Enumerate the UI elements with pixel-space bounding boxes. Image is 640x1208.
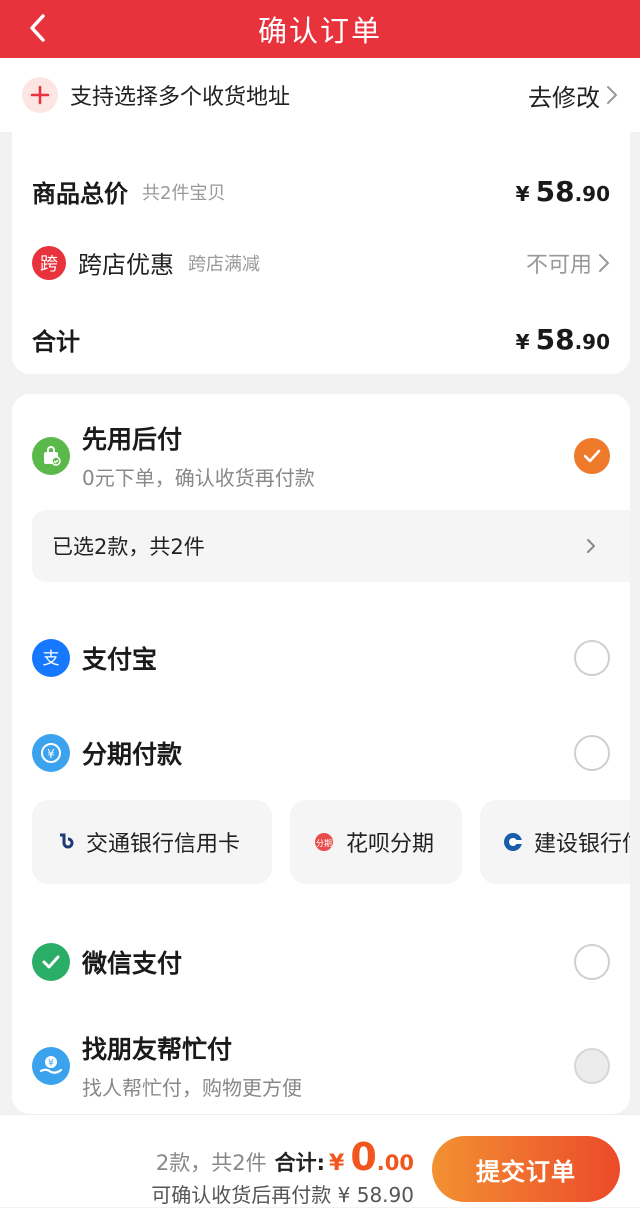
page-title: 确认订单: [257, 14, 382, 48]
pay-later-title: 先用后付: [82, 425, 183, 454]
friend-pay-desc: 找人帮忙付，购物更方便: [82, 1076, 302, 1100]
checkout-total-label: 合计:: [274, 1151, 326, 1175]
goods-total-label: 商品总价: [32, 180, 128, 208]
svg-text:支: 支: [43, 649, 60, 669]
alipay-option[interactable]: 支 支付宝: [32, 639, 610, 677]
selected-items-row[interactable]: 已选2款，共2件: [32, 510, 630, 582]
back-button[interactable]: [20, 10, 56, 46]
goods-total-int: 58: [535, 175, 575, 208]
installment-chip-label: 建设银行信用卡: [534, 832, 630, 857]
discount-status-text: 不可用: [525, 252, 592, 278]
installment-radio[interactable]: [574, 735, 610, 771]
plus-icon: [22, 77, 58, 113]
header-bar: 确认订单: [0, 0, 640, 58]
goods-total-row: 商品总价 共2件宝贝 ¥ 58 .90: [32, 174, 610, 209]
item-count: 2款，共2件: [155, 1151, 267, 1175]
pay-later-desc: 0元下单，确认收货再付款: [82, 466, 315, 490]
friend-pay-option[interactable]: ¥ 找朋友帮忙付 找人帮忙付，购物更方便: [32, 1030, 610, 1101]
ccb-icon: [502, 831, 524, 853]
pay-later-radio[interactable]: [574, 437, 610, 474]
checkout-amount-dec: .00: [376, 1151, 414, 1175]
bocom-icon: [54, 831, 76, 853]
submit-order-button[interactable]: 提交订单: [432, 1136, 620, 1202]
edit-address-link[interactable]: 去修改: [528, 78, 618, 113]
address-hint: 支持选择多个收货地址: [70, 85, 291, 110]
chevron-right-icon: [599, 253, 609, 272]
total-price: ¥ 58 .90: [516, 323, 610, 356]
hand-coin-icon: ¥: [32, 1046, 70, 1085]
installment-title: 分期付款: [82, 740, 183, 769]
check-icon: [583, 449, 601, 462]
yen-cycle-icon: ¥: [32, 734, 70, 772]
discount-label: 跨店优惠: [78, 251, 174, 279]
cross-store-discount-row[interactable]: 跨 跨店优惠 跨店满减 不可用: [32, 245, 610, 280]
goods-total-price: ¥ 58 .90: [516, 175, 610, 208]
huabei-icon: 分期: [312, 831, 336, 853]
installment-chip-ccb[interactable]: 建设银行信用卡: [480, 800, 630, 884]
order-summary-card: 商品总价 共2件宝贝 ¥ 58 .90 跨 跨店优惠 跨店满减 不可用 合计 ¥…: [12, 132, 630, 374]
alipay-radio[interactable]: [574, 640, 610, 676]
svg-text:¥: ¥: [47, 747, 55, 761]
friend-pay-radio[interactable]: [574, 1047, 610, 1084]
total-currency: ¥: [515, 330, 530, 354]
pay-later-note: 可确认收货后再付款 ¥ 58.90: [151, 1183, 414, 1207]
payment-methods-card: 先用后付 0元下单，确认收货再付款 已选2款，共2件 支 支付宝 ¥ 分期付款 …: [12, 394, 630, 1114]
wechat-pay-title: 微信支付: [82, 949, 183, 978]
friend-pay-text: 找朋友帮忙付 找人帮忙付，购物更方便: [82, 1030, 302, 1101]
installment-chip-label: 花呗分期: [346, 832, 435, 857]
shopping-bag-icon: [32, 436, 70, 475]
total-row: 合计 ¥ 58 .90: [32, 322, 610, 357]
friend-pay-title: 找朋友帮忙付: [82, 1035, 233, 1064]
installment-chip-label: 交通银行信用卡: [86, 832, 241, 857]
goods-count: 共2件宝贝: [142, 182, 226, 204]
checkout-bar: 2款，共2件 合计: ¥ 0 .00 可确认收货后再付款 ¥ 58.90 提交订…: [0, 1114, 640, 1207]
wechat-pay-radio[interactable]: [574, 944, 610, 980]
installment-chip-bocom[interactable]: 交通银行信用卡: [32, 800, 272, 884]
checkout-amount-int: 0: [350, 1135, 377, 1179]
total-dec: .90: [574, 330, 610, 354]
installment-options: 交通银行信用卡 分期 花呗分期 建设银行信用卡: [32, 800, 630, 884]
alipay-title: 支付宝: [82, 645, 158, 674]
pay-later-text: 先用后付 0元下单，确认收货再付款: [82, 420, 315, 491]
chevron-left-icon: [30, 14, 45, 42]
total-int: 58: [535, 323, 575, 356]
chevron-right-icon: [607, 86, 617, 104]
discount-status: 不可用: [526, 247, 610, 279]
edit-address-label: 去修改: [528, 83, 600, 112]
address-bar[interactable]: 支持选择多个收货地址 去修改: [0, 58, 640, 132]
goods-total-currency: ¥: [515, 182, 530, 206]
pay-later-option[interactable]: 先用后付 0元下单，确认收货再付款: [32, 420, 610, 491]
alipay-icon: 支: [32, 639, 70, 677]
goods-total-dec: .90: [574, 182, 610, 206]
discount-sub: 跨店满减: [188, 253, 260, 275]
installment-chip-huabei[interactable]: 分期 花呗分期: [290, 800, 462, 884]
installment-option[interactable]: ¥ 分期付款: [32, 734, 610, 772]
wechat-pay-option[interactable]: 微信支付: [32, 943, 610, 981]
svg-text:分期: 分期: [316, 839, 332, 848]
svg-text:¥: ¥: [48, 1058, 54, 1068]
chevron-right-icon: [587, 539, 595, 553]
checkout-total-line: 2款，共2件 合计: ¥ 0 .00: [156, 1135, 414, 1179]
total-label: 合计: [32, 328, 80, 356]
wechat-pay-icon: [32, 943, 70, 981]
cross-store-badge: 跨: [32, 245, 66, 280]
selected-items-text: 已选2款，共2件: [52, 535, 205, 559]
checkout-currency: ¥: [329, 1151, 345, 1176]
